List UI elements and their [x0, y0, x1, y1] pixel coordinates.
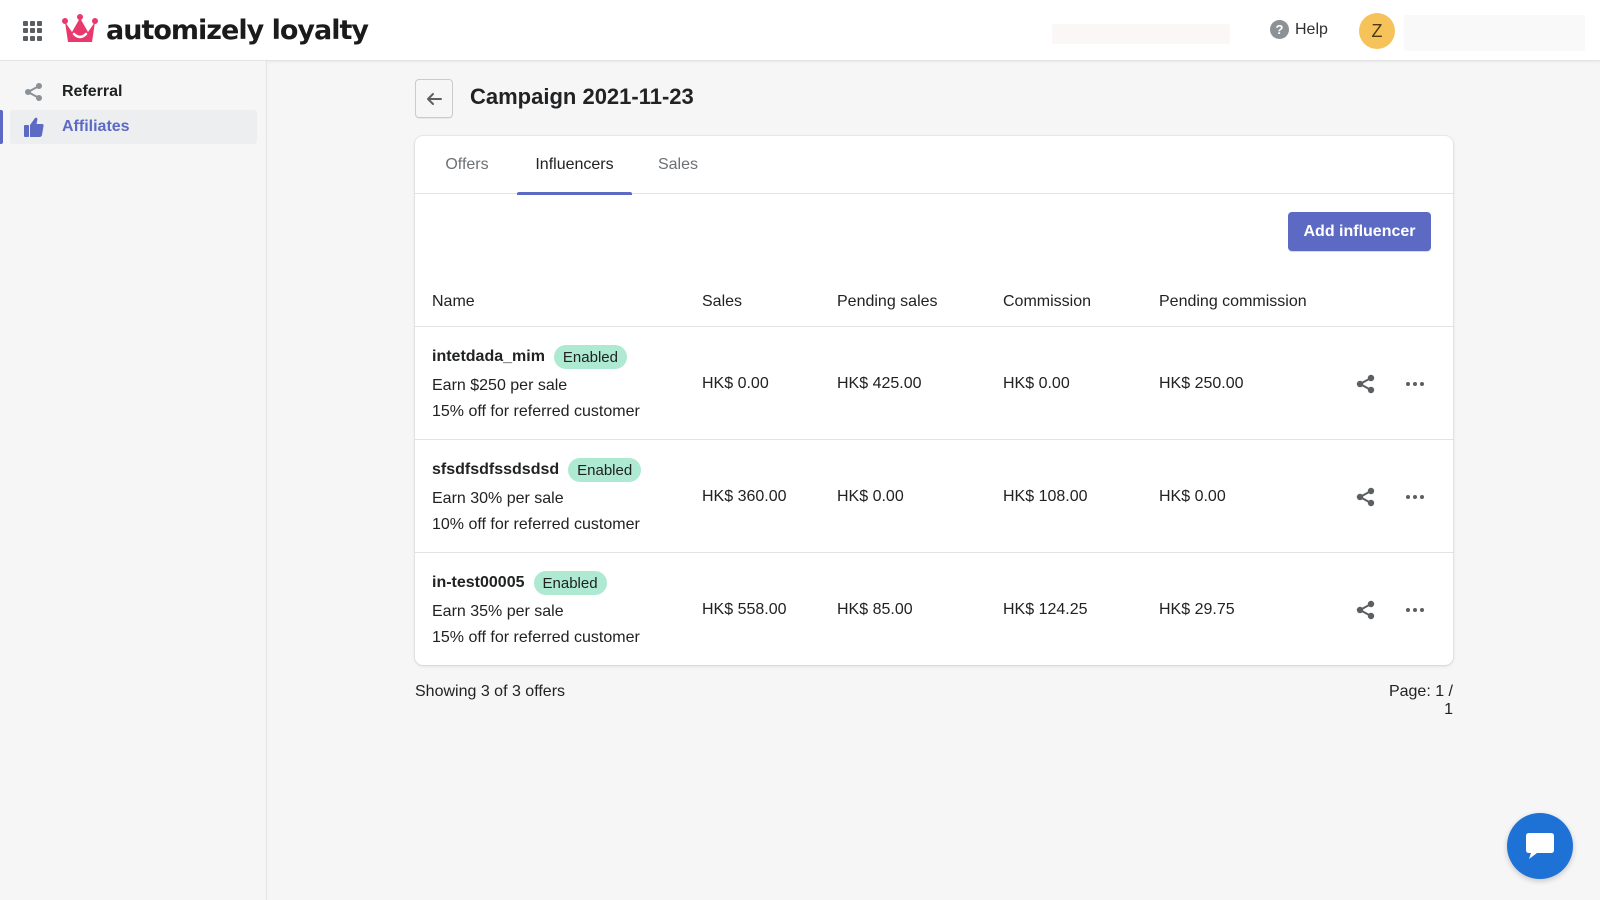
share-icon[interactable] — [1355, 599, 1377, 621]
tab-sales[interactable]: Sales — [646, 136, 710, 194]
more-actions-icon[interactable] — [1404, 373, 1426, 395]
table-row: sfsdfsdfssdsdsd Enabled Earn 30% per sal… — [415, 440, 1453, 553]
tab-bar: Offers Influencers Sales — [415, 136, 1453, 195]
question-icon: ? — [1270, 20, 1289, 39]
earn-text: Earn 30% per sale — [432, 490, 564, 507]
influencer-info: sfsdfsdfssdsdsd Enabled Earn 30% per sal… — [432, 458, 642, 538]
table-row: in-test00005 Enabled Earn 35% per sale 1… — [415, 553, 1453, 666]
pending-commission-value: HK$ 29.75 — [1159, 600, 1235, 618]
back-button[interactable] — [415, 79, 453, 118]
sidebar: Referral Affiliates — [0, 61, 267, 900]
commission-value: HK$ 0.00 — [1003, 374, 1070, 392]
tab-offers[interactable]: Offers — [431, 136, 503, 194]
crown-logo-icon — [62, 14, 98, 42]
logo-text: automizely loyalty — [106, 14, 369, 46]
help-label: Help — [1295, 20, 1328, 38]
help-link[interactable]: ? Help — [1270, 20, 1328, 39]
more-actions-icon[interactable] — [1404, 486, 1426, 508]
store-name-box[interactable] — [1404, 15, 1585, 51]
sidebar-item-label: Affiliates — [62, 118, 130, 135]
share-icon[interactable] — [1355, 486, 1377, 508]
sidebar-item-referral[interactable]: Referral — [10, 75, 257, 109]
arrow-left-icon — [427, 92, 442, 105]
pending-sales-value: HK$ 0.00 — [837, 487, 904, 505]
tab-influencers[interactable]: Influencers — [517, 136, 632, 195]
sales-value: HK$ 360.00 — [702, 487, 787, 505]
influencer-name[interactable]: intetdada_mim — [432, 348, 545, 366]
influencers-card: Offers Influencers Sales Add influencer … — [415, 136, 1453, 665]
status-badge: Enabled — [568, 458, 642, 482]
commission-value: HK$ 124.25 — [1003, 600, 1088, 618]
sidebar-item-affiliates[interactable]: Affiliates — [10, 110, 257, 144]
influencer-name[interactable]: sfsdfsdfssdsdsd — [432, 461, 559, 479]
column-header-pending-sales: Pending sales — [837, 292, 938, 310]
column-header-name: Name — [432, 292, 475, 310]
sales-value: HK$ 0.00 — [702, 374, 769, 392]
app-logo[interactable]: automizely loyalty — [62, 12, 369, 48]
column-header-commission: Commission — [1003, 292, 1092, 310]
add-influencer-button[interactable]: Add influencer — [1288, 212, 1431, 251]
top-search-placeholder — [1052, 24, 1230, 44]
chat-bubble-icon — [1526, 833, 1554, 859]
share-icon — [23, 81, 45, 103]
earn-text: Earn $250 per sale — [432, 377, 568, 394]
influencer-name[interactable]: in-test00005 — [432, 574, 525, 592]
discount-text: 10% off for referred customer — [432, 516, 640, 533]
table-row: intetdada_mim Enabled Earn $250 per sale… — [415, 327, 1453, 440]
column-header-pending-commission: Pending commission — [1159, 292, 1307, 310]
sidebar-item-label: Referral — [62, 83, 123, 100]
status-badge: Enabled — [553, 345, 627, 369]
page-title: Campaign 2021-11-23 — [470, 84, 694, 109]
more-actions-icon[interactable] — [1404, 599, 1426, 621]
table-header: Name Sales Pending sales Commission Pend… — [415, 276, 1453, 327]
share-icon[interactable] — [1355, 373, 1377, 395]
avatar[interactable]: Z — [1359, 13, 1395, 49]
influencer-info: intetdada_mim Enabled Earn $250 per sale… — [432, 345, 640, 425]
commission-value: HK$ 108.00 — [1003, 487, 1088, 505]
pagination-text: Page: 1 / 1 — [1388, 683, 1453, 718]
influencer-info: in-test00005 Enabled Earn 35% per sale 1… — [432, 571, 640, 651]
showing-count-text: Showing 3 of 3 offers — [415, 683, 566, 700]
earn-text: Earn 35% per sale — [432, 603, 564, 620]
status-badge: Enabled — [533, 571, 607, 595]
apps-grid-icon[interactable] — [23, 21, 43, 41]
discount-text: 15% off for referred customer — [432, 629, 640, 646]
pending-commission-value: HK$ 0.00 — [1159, 487, 1226, 505]
pending-sales-value: HK$ 85.00 — [837, 600, 913, 618]
discount-text: 15% off for referred customer — [432, 403, 640, 420]
chat-widget-button[interactable] — [1507, 813, 1573, 879]
sidebar-active-indicator — [0, 110, 3, 144]
thumbs-up-icon — [23, 116, 45, 138]
pending-commission-value: HK$ 250.00 — [1159, 374, 1244, 392]
top-bar: automizely loyalty ? Help Z — [0, 0, 1600, 61]
pending-sales-value: HK$ 425.00 — [837, 374, 922, 392]
sales-value: HK$ 558.00 — [702, 600, 787, 618]
column-header-sales: Sales — [702, 292, 743, 310]
